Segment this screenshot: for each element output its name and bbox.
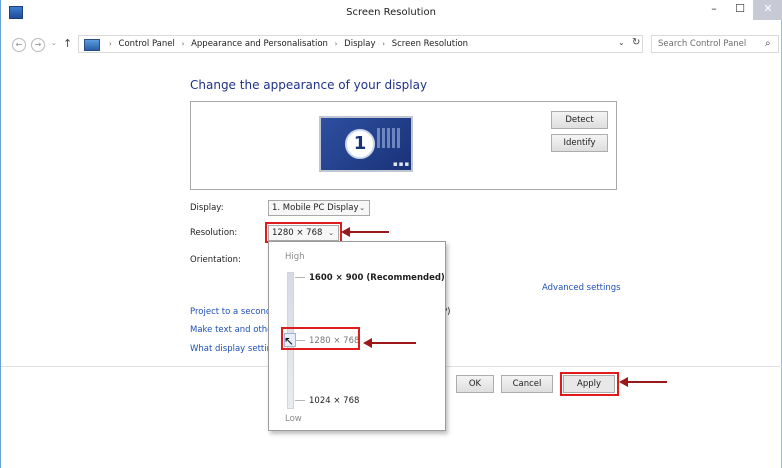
separator-icon: › <box>109 40 112 48</box>
breadcrumb-path: › Control Panel › Appearance and Persona… <box>105 39 468 49</box>
display-settings-help-link[interactable]: What display setting <box>190 344 277 354</box>
slider-tick <box>295 400 305 401</box>
refresh-icon[interactable]: ↻ <box>632 37 640 48</box>
resolution-highlight <box>265 222 342 243</box>
search-input[interactable]: Search Control Panel ⌕ <box>651 35 779 53</box>
cancel-button[interactable]: Cancel <box>501 375 553 393</box>
separator-icon: › <box>382 40 386 48</box>
resolution-option[interactable]: 1024 × 768 <box>309 396 359 406</box>
display-value: 1. Mobile PC Display <box>272 203 359 213</box>
separator-icon: › <box>181 40 185 48</box>
ok-button[interactable]: OK <box>456 375 494 393</box>
project-link[interactable]: Project to a second <box>190 307 271 317</box>
pointer-arrow-icon <box>363 338 416 348</box>
control-panel-small-icon <box>84 39 100 51</box>
forward-arrow-icon[interactable]: → <box>31 38 45 52</box>
slider-high-label: High <box>285 252 305 262</box>
address-dropdown-icon[interactable]: ⌄ <box>618 38 625 47</box>
back-arrow-icon[interactable]: ← <box>12 38 26 52</box>
identify-button[interactable]: Identify <box>551 134 608 152</box>
pointer-arrow-icon <box>341 227 389 237</box>
separator-icon: › <box>334 40 338 48</box>
display-label: Display: <box>190 203 224 213</box>
breadcrumb-screen-resolution[interactable]: Screen Resolution <box>392 39 468 49</box>
breadcrumb-control-panel[interactable]: Control Panel <box>119 39 175 49</box>
title-bar: Screen Resolution – ☐ ✕ <box>1 0 782 25</box>
apply-highlight <box>560 372 619 396</box>
window-title: Screen Resolution <box>346 7 436 18</box>
recent-locations-chevron-icon[interactable]: ⌄ <box>51 39 57 47</box>
address-bar: ← → ⌄ ↑ › Control Panel › Appearance and… <box>1 34 781 56</box>
breadcrumb-appearance[interactable]: Appearance and Personalisation <box>191 39 328 49</box>
search-icon[interactable]: ⌕ <box>765 38 771 49</box>
screen-resolution-window: Screen Resolution – ☐ ✕ ← → ⌄ ↑ › Contro… <box>0 0 782 468</box>
page-title: Change the appearance of your display <box>190 78 428 92</box>
text-size-link[interactable]: Make text and other <box>190 325 276 335</box>
close-button[interactable]: ✕ <box>753 0 782 20</box>
display-select[interactable]: 1. Mobile PC Display ⌄ <box>268 200 370 216</box>
slider-tick <box>295 277 305 278</box>
up-arrow-icon[interactable]: ↑ <box>63 37 72 50</box>
breadcrumb-display[interactable]: Display <box>344 39 375 49</box>
slider-low-label: Low <box>285 414 302 424</box>
maximize-button[interactable]: ☐ <box>727 0 753 20</box>
monitor-icon[interactable]: 1 ▪▪▪ <box>319 116 413 172</box>
pointer-arrow-icon <box>619 377 667 387</box>
resolution-option[interactable]: 1600 × 900 (Recommended) <box>309 273 445 283</box>
monitor-number: 1 <box>345 129 375 159</box>
breadcrumb[interactable]: › Control Panel › Appearance and Persona… <box>78 35 643 53</box>
orientation-label: Orientation: <box>190 255 241 265</box>
advanced-settings-link[interactable]: Advanced settings <box>542 283 621 293</box>
chevron-down-icon: ⌄ <box>359 204 365 212</box>
taskbar-dots: ▪▪▪ <box>393 160 411 168</box>
display-preview: 1 ▪▪▪ Detect Identify <box>190 101 617 190</box>
mouse-cursor-icon: ↖ <box>284 334 295 348</box>
resolution-label: Resolution: <box>190 228 238 238</box>
minimize-button[interactable]: – <box>701 0 727 20</box>
search-placeholder: Search Control Panel <box>658 39 747 49</box>
detect-button[interactable]: Detect <box>551 111 608 129</box>
monitor-screen-pattern <box>377 128 401 148</box>
